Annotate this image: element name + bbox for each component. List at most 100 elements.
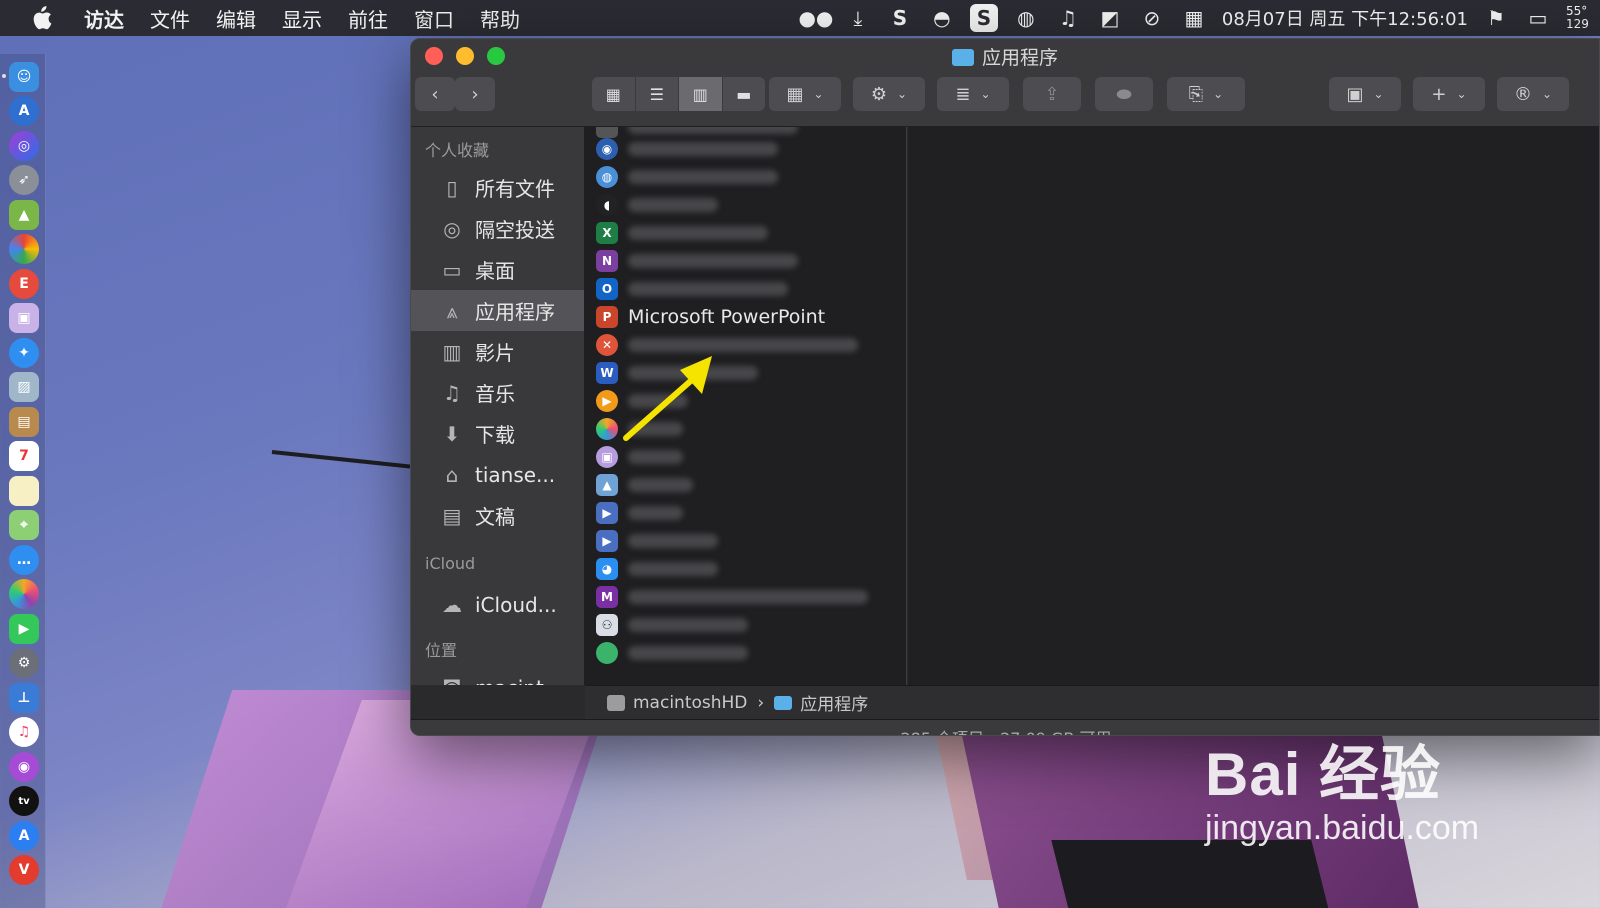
- vpn-icon[interactable]: ⊘: [1138, 4, 1166, 32]
- s-app-icon[interactable]: S: [886, 4, 914, 32]
- sidebar-item-documents[interactable]: ▤ 文稿: [411, 495, 584, 536]
- list-item[interactable]: ▲: [585, 471, 905, 499]
- flag-icon[interactable]: ⚑: [1482, 4, 1510, 32]
- notification-icon[interactable]: ◩: [1096, 4, 1124, 32]
- chrome-icon[interactable]: [9, 234, 39, 264]
- list-item[interactable]: ▶: [585, 499, 905, 527]
- forward-button[interactable]: ›: [455, 77, 495, 111]
- menu-view[interactable]: 显示: [282, 4, 322, 33]
- siri-icon[interactable]: ◎: [9, 131, 39, 161]
- menu-finder[interactable]: 访达: [84, 4, 124, 33]
- column-view-icon[interactable]: ▥: [679, 77, 723, 111]
- share-button[interactable]: ⇪: [1023, 77, 1081, 111]
- disk-icon: ◙: [439, 675, 465, 686]
- action-button[interactable]: ⚙ ⌄: [853, 77, 925, 111]
- sort-button[interactable]: ≣ ⌄: [937, 77, 1009, 111]
- app-store-icon[interactable]: A: [9, 96, 39, 126]
- desktop-icon: ▭: [442, 257, 462, 282]
- sidebar-item-home[interactable]: ⌂ tianse...: [411, 454, 584, 495]
- calendar-status-icon[interactable]: ▦: [1180, 4, 1208, 32]
- menu-help[interactable]: 帮助: [480, 4, 520, 33]
- list-item[interactable]: N: [585, 247, 905, 275]
- photos-icon[interactable]: [9, 579, 39, 609]
- sidebar-header-icloud: iCloud: [425, 554, 476, 573]
- music-status-icon[interactable]: ♫: [1054, 4, 1082, 32]
- list-item[interactable]: O: [585, 275, 905, 303]
- tag-button[interactable]: ⬬: [1095, 77, 1153, 111]
- sidebar-item-applications[interactable]: ⩓ 应用程序: [411, 290, 584, 331]
- notes-icon[interactable]: [9, 476, 39, 506]
- music-note-icon: ♫: [443, 380, 461, 405]
- android-icon[interactable]: ▲: [9, 200, 39, 230]
- menu-go[interactable]: 前往: [348, 4, 388, 33]
- list-view-icon[interactable]: ☰: [636, 77, 679, 111]
- registered-button[interactable]: ® ⌄: [1497, 77, 1569, 111]
- launchpad-icon[interactable]: ➶: [9, 165, 39, 195]
- contacts-icon[interactable]: ▤: [9, 407, 39, 437]
- sidebar-item-movies[interactable]: ▥ 影片: [411, 331, 584, 372]
- list-item[interactable]: ▣: [585, 443, 905, 471]
- sidebar-item-downloads[interactable]: ⬇ 下载: [411, 413, 584, 454]
- list-item[interactable]: ▶: [585, 527, 905, 555]
- finder-icon[interactable]: ☺: [9, 62, 39, 92]
- apple-icon[interactable]: [26, 3, 56, 33]
- sidebar-item-label: 下载: [475, 423, 515, 447]
- list-item[interactable]: M: [585, 583, 905, 611]
- sidebar-item-airdrop[interactable]: ◎ 隔空投送: [411, 208, 584, 249]
- list-item[interactable]: [585, 639, 905, 667]
- menu-file[interactable]: 文件: [150, 4, 190, 33]
- red-app-icon[interactable]: E: [9, 269, 39, 299]
- list-item[interactable]: ⚇: [585, 611, 905, 639]
- download-status-icon[interactable]: ⤓: [844, 4, 872, 32]
- sogou-icon[interactable]: S: [969, 4, 998, 32]
- list-item[interactable]: ◕: [585, 555, 905, 583]
- maps-icon[interactable]: ⌖: [9, 510, 39, 540]
- list-item[interactable]: X: [585, 219, 905, 247]
- chevron-down-icon: ⌄: [1541, 87, 1553, 101]
- podcasts-icon[interactable]: ◉: [9, 752, 39, 782]
- gallery-view-icon[interactable]: ▬: [723, 77, 766, 111]
- app-store-2-icon[interactable]: A: [9, 821, 39, 851]
- group-button[interactable]: ▦ ⌄: [769, 77, 841, 111]
- grid-view-icon[interactable]: ▦: [592, 77, 636, 111]
- itunes-icon[interactable]: ♫: [9, 717, 39, 747]
- safari-icon[interactable]: ✦: [9, 338, 39, 368]
- battery-temp: 55°: [1566, 4, 1588, 18]
- apple-tv-icon[interactable]: tv: [9, 786, 39, 816]
- sidebar-item-desktop[interactable]: ▭ 桌面: [411, 249, 584, 290]
- folder-icon: [774, 695, 793, 710]
- menu-window[interactable]: 窗口: [414, 4, 454, 33]
- sidebar-item-icloud-drive[interactable]: ☁ iCloud...: [411, 584, 584, 625]
- facetime-icon[interactable]: ▶: [9, 614, 39, 644]
- dots-icon[interactable]: ●●: [798, 4, 833, 32]
- app-icon: [596, 642, 618, 664]
- new-document-button[interactable]: ⎘ ⌄: [1167, 77, 1245, 111]
- view-mode-segmented-control: ▦ ☰ ▥ ▬: [592, 77, 765, 111]
- list-item[interactable]: ◉: [585, 135, 905, 163]
- sidebar-item-music[interactable]: ♫ 音乐: [411, 372, 584, 413]
- ghost-icon[interactable]: ◓: [928, 4, 956, 32]
- calendar-icon[interactable]: 7: [9, 441, 39, 471]
- messages-icon[interactable]: …: [9, 545, 39, 575]
- list-item[interactable]: P Microsoft PowerPoint: [585, 303, 905, 331]
- wallpaper-shape: [1051, 840, 1329, 908]
- sidebar-item-macintosh-hd[interactable]: ◙ macint...: [411, 667, 584, 686]
- add-button[interactable]: + ⌄: [1413, 77, 1485, 111]
- globe-icon[interactable]: ◍: [1012, 4, 1040, 32]
- path-folder[interactable]: 应用程序: [800, 690, 868, 715]
- list-item[interactable]: ◖: [585, 191, 905, 219]
- list-item[interactable]: ◍: [585, 163, 905, 191]
- archive-button[interactable]: ▣ ⌄: [1329, 77, 1401, 111]
- system-preferences-icon[interactable]: ⚙: [9, 648, 39, 678]
- path-disk[interactable]: macintoshHD: [633, 693, 747, 713]
- sidebar-item-all-files[interactable]: ▯ 所有文件: [411, 167, 584, 208]
- keynote-icon[interactable]: ⊥: [9, 683, 39, 713]
- battery-icon[interactable]: ▭: [1524, 4, 1552, 32]
- menubar-clock[interactable]: 08月07日 周五 下午12:56:01: [1222, 5, 1468, 31]
- back-button[interactable]: ‹: [415, 77, 455, 111]
- app-name: Microsoft PowerPoint: [628, 306, 826, 328]
- podcast-app-icon[interactable]: ▣: [9, 303, 39, 333]
- vivaldi-icon[interactable]: V: [9, 855, 39, 885]
- menu-edit[interactable]: 编辑: [216, 4, 256, 33]
- preview-icon[interactable]: ▨: [9, 372, 39, 402]
